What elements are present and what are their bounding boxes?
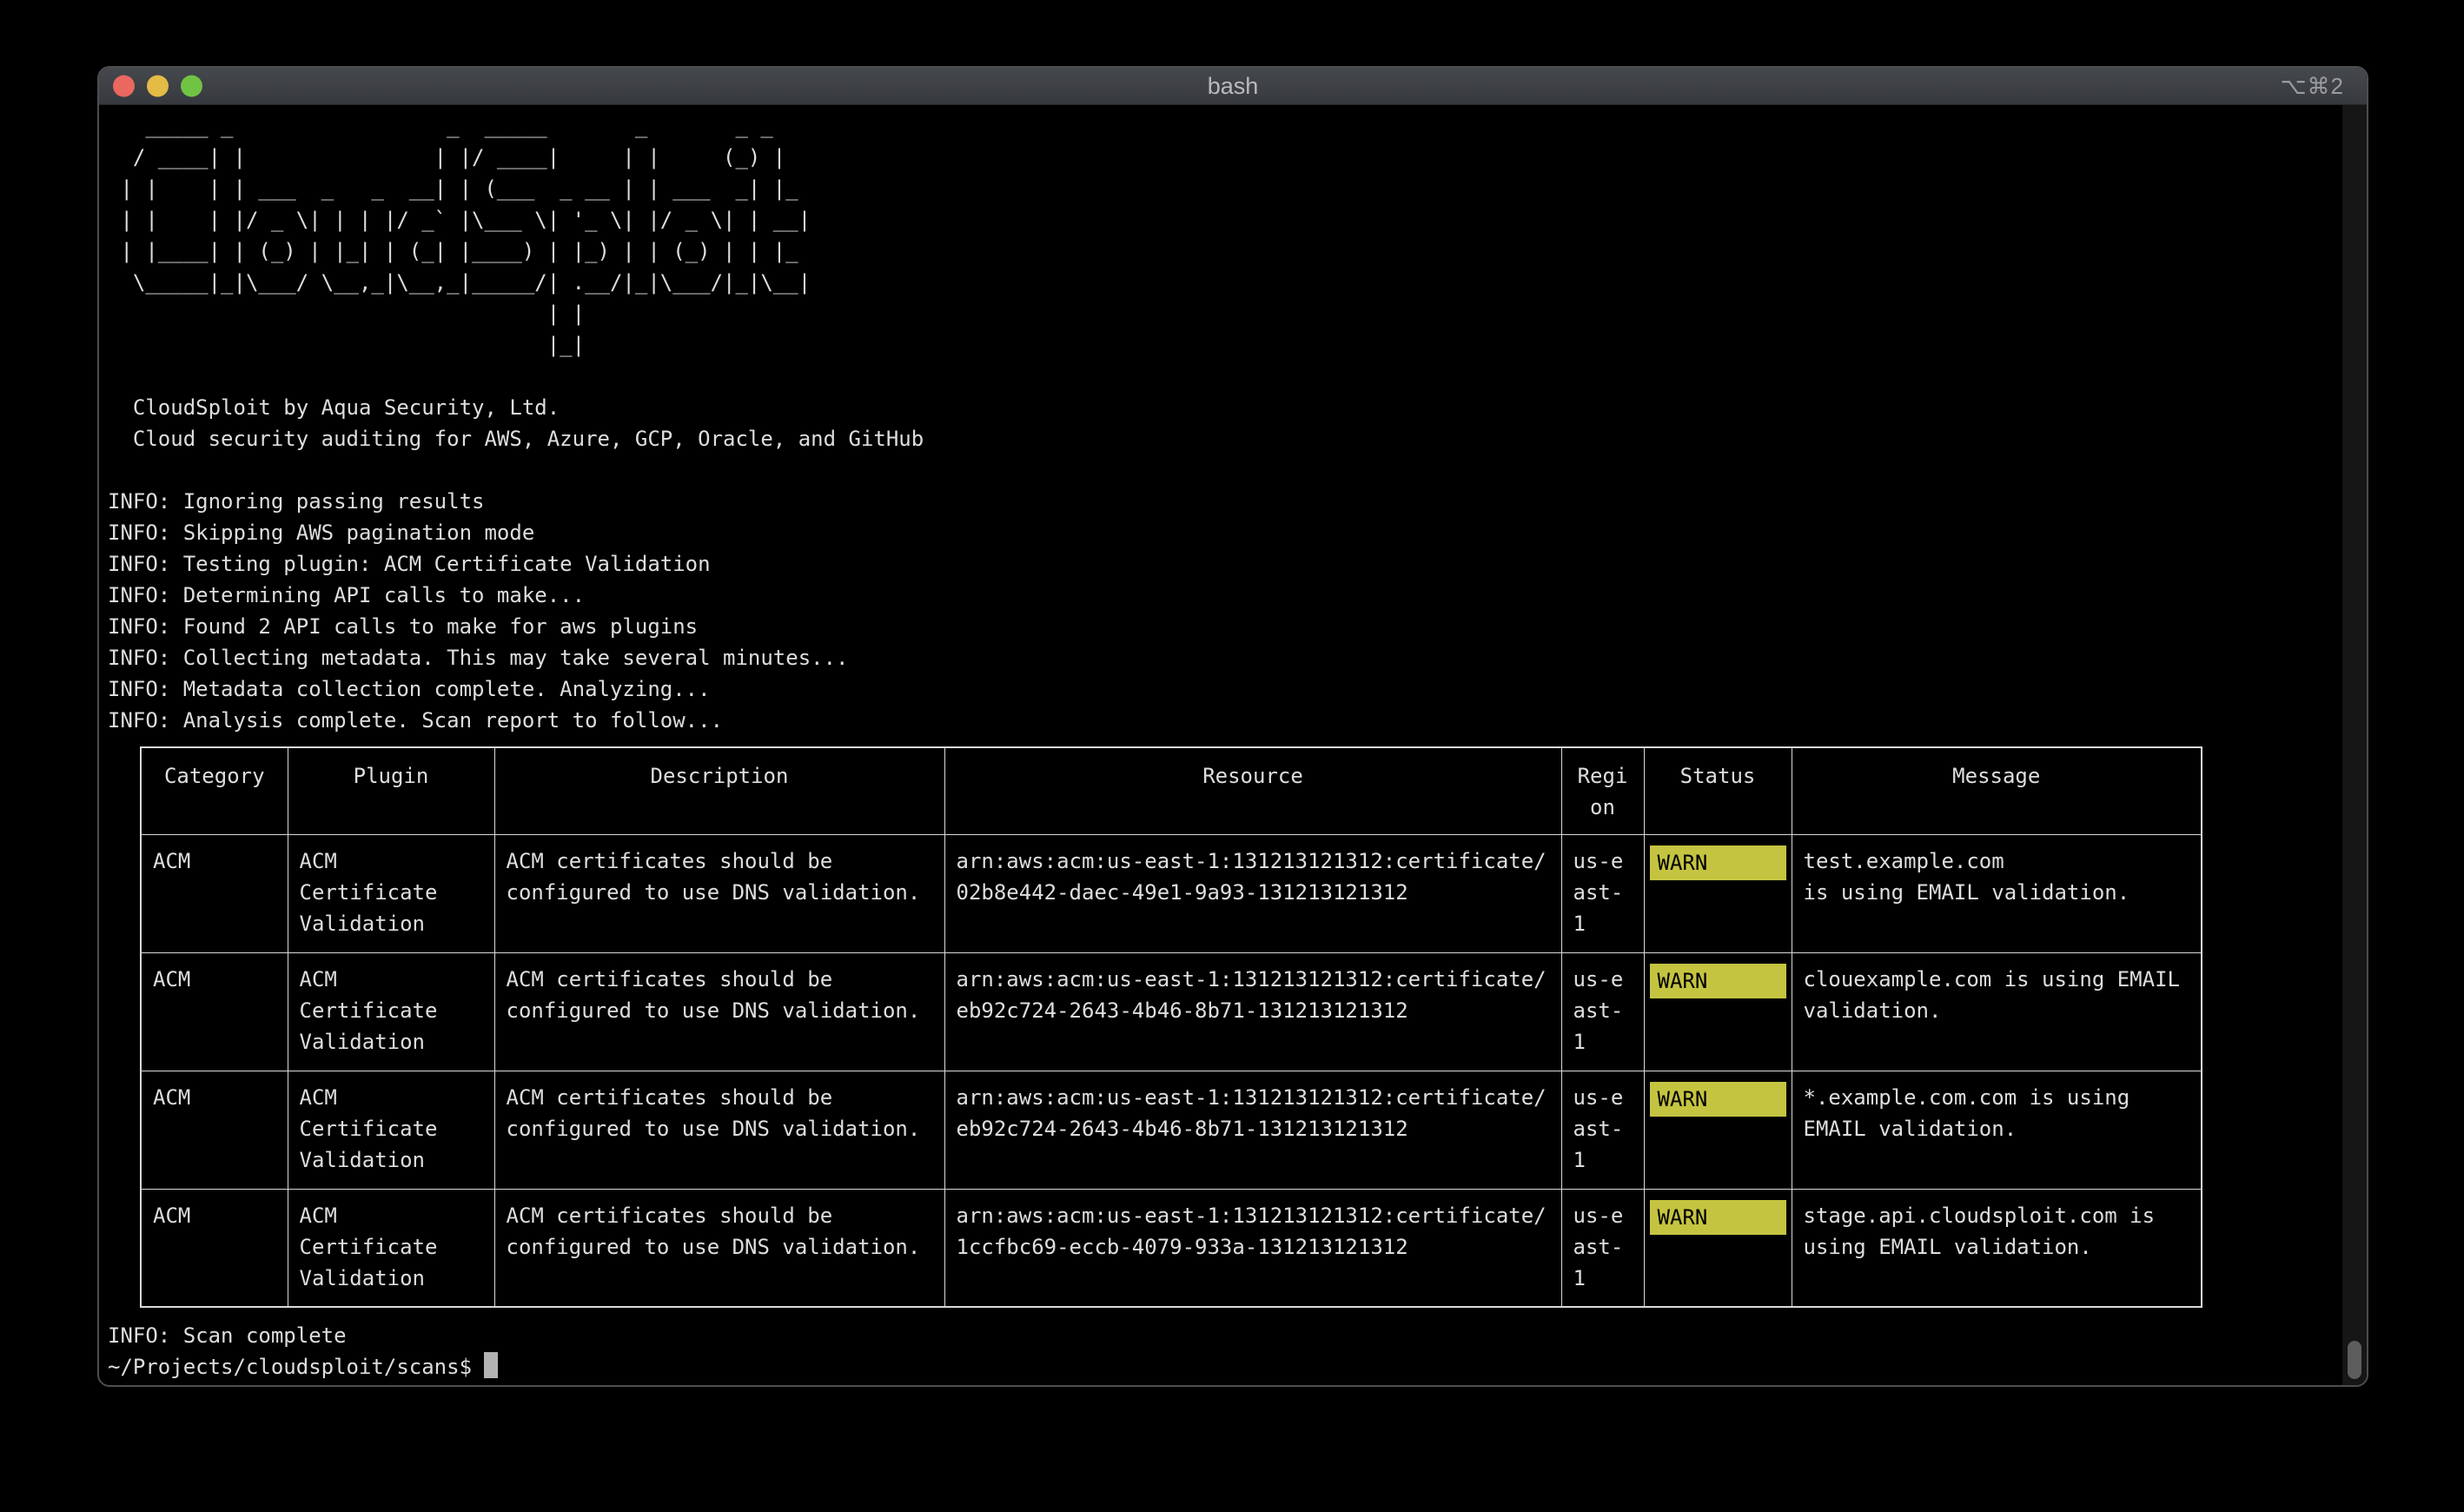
cell-message: clouexample.com is using EMAIL validatio… (1792, 952, 2202, 1071)
cell-region: us-e ast- 1 (1561, 1189, 1644, 1307)
cell-status: WARN (1644, 834, 1792, 952)
terminal-cursor (484, 1352, 498, 1378)
terminal-screen[interactable]: _____ _ _ _____ _ _ _ / ____| | | |/ ___… (99, 105, 2367, 1385)
cell-status: WARN (1644, 952, 1792, 1071)
cell-status: WARN (1644, 1189, 1792, 1307)
prompt-line: ~/Projects/cloudsploit/scans$ (108, 1351, 2358, 1383)
cell-description: ACM certificates should be configured to… (494, 1189, 944, 1307)
cell-resource: arn:aws:acm:us-east-1:131213121312:certi… (944, 834, 1561, 952)
cell-category: ACM (141, 834, 288, 952)
cell-plugin: ACM Certificate Validation (288, 1071, 494, 1189)
column-header-category: Category (141, 747, 288, 834)
cell-description: ACM certificates should be configured to… (494, 834, 944, 952)
status-badge: WARN (1650, 964, 1786, 998)
cell-region: us-e ast- 1 (1561, 1071, 1644, 1189)
status-badge: WARN (1650, 1200, 1786, 1235)
window-title: bash (1208, 73, 1259, 100)
table-header-row: Category Plugin Description Resource Reg… (141, 747, 2202, 834)
scan-complete-line: INFO: Scan complete (108, 1320, 2358, 1351)
cell-plugin: ACM Certificate Validation (288, 1189, 494, 1307)
cell-resource: arn:aws:acm:us-east-1:131213121312:certi… (944, 952, 1561, 1071)
column-header-message: Message (1792, 747, 2202, 834)
cell-message: test.example.com is using EMAIL validati… (1792, 834, 2202, 952)
cell-category: ACM (141, 1071, 288, 1189)
cell-resource: arn:aws:acm:us-east-1:131213121312:certi… (944, 1189, 1561, 1307)
cell-region: us-e ast- 1 (1561, 952, 1644, 1071)
window-shortcut-badge: ⌥⌘2 (2281, 73, 2344, 100)
scrollbar-track[interactable] (2342, 105, 2367, 1385)
titlebar[interactable]: bash ⌥⌘2 (99, 68, 2367, 105)
taglines: CloudSploit by Aqua Security, Ltd. Cloud… (108, 392, 2358, 454)
cell-plugin: ACM Certificate Validation (288, 834, 494, 952)
table-row: ACM ACM Certificate Validation ACM certi… (141, 1071, 2202, 1189)
terminal-window: bash ⌥⌘2 _____ _ _ _____ _ _ _ / ____| |… (97, 66, 2368, 1387)
table-row: ACM ACM Certificate Validation ACM certi… (141, 834, 2202, 952)
ascii-logo: _____ _ _ _____ _ _ _ / ____| | | |/ ___… (108, 110, 2358, 361)
shell-prompt: ~/Projects/cloudsploit/scans$ (108, 1355, 472, 1379)
cell-resource: arn:aws:acm:us-east-1:131213121312:certi… (944, 1071, 1561, 1189)
cell-region: us-e ast- 1 (1561, 834, 1644, 952)
close-button[interactable] (113, 76, 135, 97)
desktop: { "window": { "title": "bash", "shortcut… (0, 0, 2464, 1512)
table-row: ACM ACM Certificate Validation ACM certi… (141, 1189, 2202, 1307)
status-badge: WARN (1650, 846, 1786, 880)
column-header-region: Region (1561, 747, 1644, 834)
cell-message: *.example.com.com is using EMAIL validat… (1792, 1071, 2202, 1189)
traffic-lights (113, 76, 202, 97)
cell-status: WARN (1644, 1071, 1792, 1189)
cell-category: ACM (141, 1189, 288, 1307)
table-row: ACM ACM Certificate Validation ACM certi… (141, 952, 2202, 1071)
column-header-description: Description (494, 747, 944, 834)
column-header-resource: Resource (944, 747, 1561, 834)
cell-plugin: ACM Certificate Validation (288, 952, 494, 1071)
status-badge: WARN (1650, 1082, 1786, 1117)
zoom-button[interactable] (181, 76, 202, 97)
column-header-status: Status (1644, 747, 1792, 834)
column-header-plugin: Plugin (288, 747, 494, 834)
minimize-button[interactable] (147, 76, 169, 97)
cell-message: stage.api.cloudsploit.com is using EMAIL… (1792, 1189, 2202, 1307)
log-output: INFO: Ignoring passing results INFO: Ski… (108, 486, 2358, 736)
scrollbar-thumb[interactable] (2348, 1341, 2361, 1379)
cell-description: ACM certificates should be configured to… (494, 952, 944, 1071)
scan-results-table: Category Plugin Description Resource Reg… (140, 746, 2202, 1308)
cell-category: ACM (141, 952, 288, 1071)
cell-description: ACM certificates should be configured to… (494, 1071, 944, 1189)
